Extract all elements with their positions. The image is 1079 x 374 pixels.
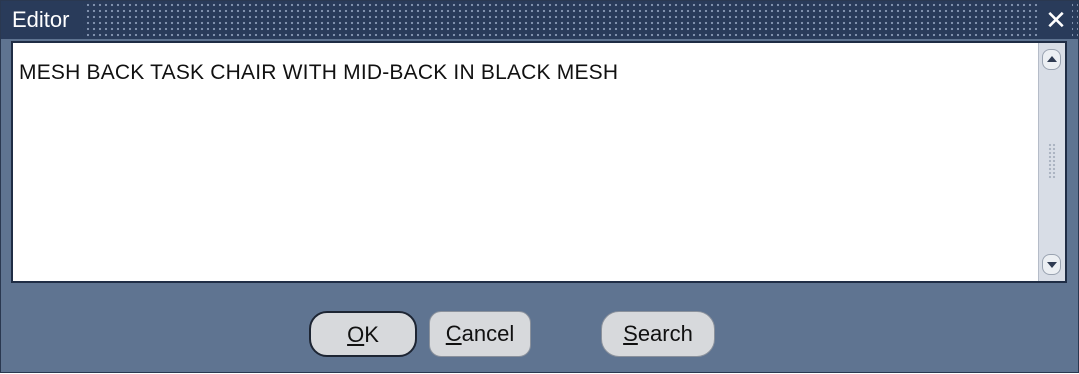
search-label: earch	[637, 321, 693, 346]
button-bar: OK Cancel Search	[1, 291, 1078, 374]
scroll-up-button[interactable]	[1042, 49, 1061, 70]
scroll-down-button[interactable]	[1042, 254, 1061, 275]
cancel-label: ancel	[461, 321, 515, 346]
editor-dialog: Editor ✕ MESH BACK TASK CHAIR WITH MID-B…	[0, 0, 1079, 373]
vertical-scrollbar[interactable]	[1038, 43, 1065, 281]
search-button[interactable]: Search	[601, 311, 715, 357]
editor-content[interactable]: MESH BACK TASK CHAIR WITH MID-BACK IN BL…	[19, 61, 618, 85]
cancel-button[interactable]: Cancel	[429, 311, 531, 357]
arrow-up-icon	[1047, 56, 1057, 62]
ok-button[interactable]: OK	[309, 311, 417, 357]
title-bar[interactable]: Editor ✕	[1, 1, 1078, 39]
scroll-grip-icon[interactable]	[1048, 143, 1056, 179]
editor-textarea[interactable]: MESH BACK TASK CHAIR WITH MID-BACK IN BL…	[11, 41, 1067, 283]
ok-label: K	[364, 322, 379, 347]
search-mnemonic: S	[623, 321, 638, 346]
arrow-down-icon	[1047, 262, 1057, 268]
cancel-mnemonic: C	[445, 321, 462, 346]
ok-mnemonic: O	[347, 322, 365, 347]
close-icon[interactable]: ✕	[1040, 1, 1072, 39]
window-title: Editor	[1, 1, 84, 39]
